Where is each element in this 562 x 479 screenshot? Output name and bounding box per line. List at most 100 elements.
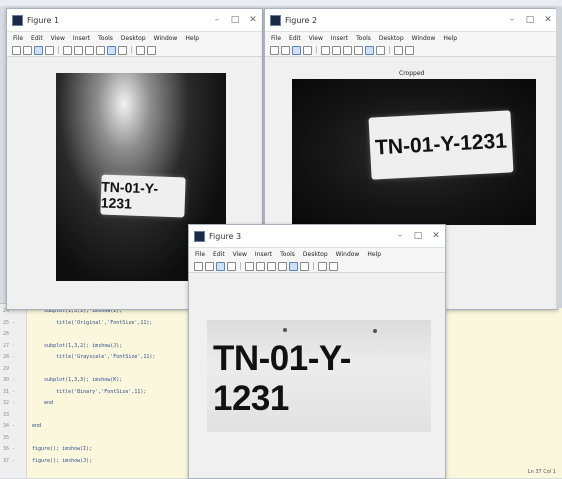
- code-line[interactable]: subplot(1,3,2); imshow(J);: [32, 343, 122, 349]
- code-line[interactable]: title('Original','FontSize',11);: [32, 320, 152, 326]
- figure-2-titlebar[interactable]: Figure 2 – □ ✕: [265, 9, 557, 32]
- menu-window[interactable]: Window: [336, 251, 360, 258]
- figure-2-menubar: File Edit View Insert Tools Desktop Wind…: [265, 32, 557, 44]
- minimize-button[interactable]: –: [391, 231, 409, 241]
- legend-icon[interactable]: [394, 45, 403, 55]
- maximize-button[interactable]: □: [226, 15, 244, 25]
- menu-tools[interactable]: Tools: [98, 35, 113, 42]
- axes-title: Cropped: [399, 70, 425, 77]
- print-icon[interactable]: [303, 45, 312, 55]
- figure-3-toolbar: [189, 260, 445, 273]
- line-number: 36 -: [3, 446, 16, 452]
- code-line[interactable]: end: [32, 400, 53, 406]
- toolbar-separator: [131, 46, 132, 54]
- data-cursor-icon[interactable]: [376, 45, 385, 55]
- menu-help[interactable]: Help: [367, 251, 381, 258]
- open-file-icon[interactable]: [205, 261, 214, 271]
- code-line[interactable]: end: [32, 423, 41, 429]
- colorbar-icon[interactable]: [329, 261, 338, 271]
- code-line[interactable]: subplot(1,3,3); imshow(K);: [32, 377, 122, 383]
- figure-3-titlebar[interactable]: Figure 3 – □ ✕: [189, 225, 445, 248]
- zoom-in-icon[interactable]: [256, 261, 265, 271]
- pan-icon[interactable]: [278, 261, 287, 271]
- menu-help[interactable]: Help: [443, 35, 457, 42]
- print-icon[interactable]: [45, 45, 54, 55]
- menu-file[interactable]: File: [195, 251, 205, 258]
- menu-insert[interactable]: Insert: [331, 35, 348, 42]
- menu-desktop[interactable]: Desktop: [379, 35, 404, 42]
- legend-icon[interactable]: [318, 261, 327, 271]
- zoom-out-icon[interactable]: [267, 261, 276, 271]
- data-cursor-icon[interactable]: [118, 45, 127, 55]
- new-figure-icon[interactable]: [194, 261, 203, 271]
- rotate-icon[interactable]: [365, 45, 374, 55]
- save-icon[interactable]: [292, 45, 301, 55]
- figure-1-titlebar[interactable]: Figure 1 – □ ✕: [7, 9, 262, 32]
- line-number: 35: [3, 434, 10, 441]
- license-plate: TN-01-Y-1231: [368, 110, 514, 180]
- plate-rivet: [283, 328, 287, 332]
- minimize-button[interactable]: –: [208, 15, 226, 25]
- menu-desktop[interactable]: Desktop: [303, 251, 328, 258]
- editor-status: Ln 37 Col 1: [527, 469, 556, 475]
- menu-view[interactable]: View: [309, 35, 323, 42]
- figure-1-menubar: File Edit View Insert Tools Desktop Wind…: [7, 32, 262, 44]
- arrow-icon[interactable]: [245, 261, 254, 271]
- new-figure-icon[interactable]: [270, 45, 279, 55]
- zoom-in-icon[interactable]: [74, 45, 83, 55]
- close-button[interactable]: ✕: [427, 231, 445, 241]
- menu-file[interactable]: File: [271, 35, 281, 42]
- line-number: 34 -: [3, 423, 16, 429]
- menu-edit[interactable]: Edit: [289, 35, 301, 42]
- maximize-button[interactable]: □: [521, 15, 539, 25]
- zoom-out-icon[interactable]: [85, 45, 94, 55]
- code-line[interactable]: figure(); imshow(I);: [32, 446, 92, 452]
- menu-file[interactable]: File: [13, 35, 23, 42]
- zoom-out-icon[interactable]: [343, 45, 352, 55]
- figure-window-3[interactable]: Figure 3 – □ ✕ File Edit View Insert Too…: [188, 224, 446, 479]
- code-line[interactable]: title('Grayscale','FontSize',11);: [32, 354, 155, 360]
- line-number: 25 -: [3, 319, 16, 326]
- save-icon[interactable]: [216, 261, 225, 271]
- scrollbar[interactable]: [556, 8, 562, 308]
- desktop-top-strip: [0, 0, 562, 6]
- new-figure-icon[interactable]: [12, 45, 21, 55]
- menu-help[interactable]: Help: [185, 35, 199, 42]
- arrow-icon[interactable]: [321, 45, 330, 55]
- menu-edit[interactable]: Edit: [31, 35, 43, 42]
- menu-window[interactable]: Window: [154, 35, 178, 42]
- menu-tools[interactable]: Tools: [356, 35, 371, 42]
- pan-icon[interactable]: [354, 45, 363, 55]
- open-file-icon[interactable]: [281, 45, 290, 55]
- toolbar-separator: [389, 46, 390, 54]
- line-number: 27 -: [3, 342, 16, 349]
- data-cursor-icon[interactable]: [300, 261, 309, 271]
- save-icon[interactable]: [34, 45, 43, 55]
- menu-tools[interactable]: Tools: [280, 251, 295, 258]
- code-line[interactable]: figure(); imshow(J);: [32, 458, 92, 464]
- figure-2-title: Figure 2: [285, 15, 318, 25]
- open-file-icon[interactable]: [23, 45, 32, 55]
- menu-desktop[interactable]: Desktop: [121, 35, 146, 42]
- pan-icon[interactable]: [96, 45, 105, 55]
- rotate-icon[interactable]: [289, 261, 298, 271]
- colorbar-icon[interactable]: [405, 45, 414, 55]
- print-icon[interactable]: [227, 261, 236, 271]
- close-button[interactable]: ✕: [539, 15, 557, 25]
- menu-insert[interactable]: Insert: [73, 35, 90, 42]
- legend-icon[interactable]: [136, 45, 145, 55]
- colorbar-icon[interactable]: [147, 45, 156, 55]
- rotate-icon[interactable]: [107, 45, 116, 55]
- code-line[interactable]: title('Binary','FontSize',11);: [32, 389, 146, 395]
- menu-edit[interactable]: Edit: [213, 251, 225, 258]
- arrow-icon[interactable]: [63, 45, 72, 55]
- menu-insert[interactable]: Insert: [255, 251, 272, 258]
- license-plate: TN-01-Y-1231: [213, 339, 351, 418]
- zoom-in-icon[interactable]: [332, 45, 341, 55]
- minimize-button[interactable]: –: [503, 15, 521, 25]
- menu-window[interactable]: Window: [412, 35, 436, 42]
- maximize-button[interactable]: □: [409, 231, 427, 241]
- menu-view[interactable]: View: [233, 251, 247, 258]
- close-button[interactable]: ✕: [244, 15, 262, 25]
- menu-view[interactable]: View: [51, 35, 65, 42]
